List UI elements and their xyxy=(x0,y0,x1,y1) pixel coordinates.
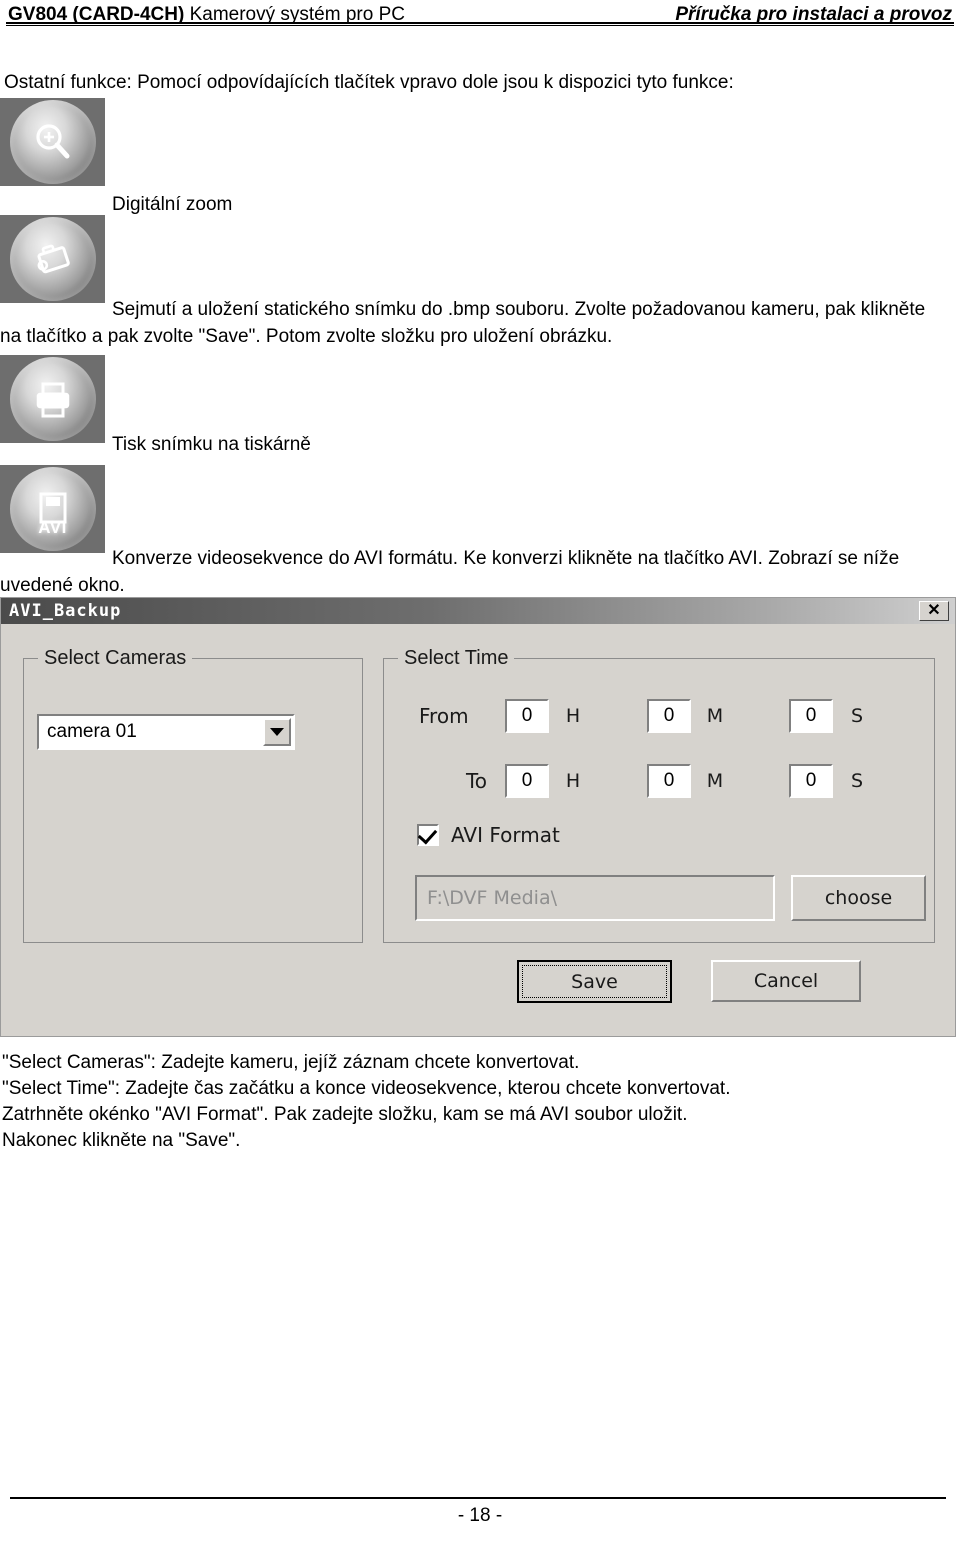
print-caption: Tisk snímku na tiskárně xyxy=(112,434,311,455)
note-line: "Select Time": Zadejte čas začátku a kon… xyxy=(2,1078,731,1099)
document-page: GV804 (CARD-4CH) Kamerový systém pro PC … xyxy=(0,0,960,1555)
to-minute-unit: M xyxy=(706,770,724,792)
output-path-value: F:\DVF Media\ xyxy=(427,887,557,909)
check-icon xyxy=(417,824,438,845)
to-hour-input[interactable]: 0 xyxy=(505,764,549,798)
avi-paragraph: Konverze videosekvence do AVI formátu. K… xyxy=(0,548,900,596)
time-to-row: To 0 H 0 M 0 S xyxy=(419,761,881,801)
output-path-input[interactable]: F:\DVF Media\ xyxy=(415,875,775,921)
camera-icon xyxy=(29,237,77,281)
cancel-button[interactable]: Cancel xyxy=(711,960,861,1002)
avi-icon-text: AVI xyxy=(38,517,67,537)
chevron-down-icon[interactable] xyxy=(263,718,291,746)
camera-select-value: camera 01 xyxy=(47,721,137,742)
to-label: To xyxy=(465,769,487,793)
avi-format-checkbox[interactable] xyxy=(417,824,439,846)
to-hour-unit: H xyxy=(565,770,581,792)
page-number: - 18 - xyxy=(457,1505,503,1526)
from-label: From xyxy=(419,704,469,728)
snapshot-paragraph: Sejmutí a uložení statického snímku do .… xyxy=(0,299,926,347)
note-line: Nakonec klikněte na "Save". xyxy=(2,1130,241,1151)
to-minute-input[interactable]: 0 xyxy=(647,764,691,798)
save-button[interactable]: Save xyxy=(517,960,672,1003)
close-icon[interactable]: ✕ xyxy=(919,601,949,621)
from-minute-input[interactable]: 0 xyxy=(647,699,691,733)
digital-zoom-icon xyxy=(0,98,105,186)
intro-paragraph: Ostatní funkce: Pomocí odpovídajících tl… xyxy=(4,72,734,93)
choose-button[interactable]: choose xyxy=(791,875,926,921)
from-second-unit: S xyxy=(850,705,864,727)
select-time-legend: Select Time xyxy=(398,647,515,669)
dialog-title: AVI_Backup xyxy=(9,601,122,621)
footer-divider xyxy=(10,1497,946,1499)
note-line: "Select Cameras": Zadejte kameru, jejíž … xyxy=(2,1052,580,1073)
cancel-button-label: Cancel xyxy=(753,970,819,992)
magnifier-plus-icon xyxy=(31,120,75,164)
from-hour-unit: H xyxy=(565,705,581,727)
select-cameras-group: Select Cameras xyxy=(23,647,363,943)
dialog-notes: "Select Cameras": Zadejte kameru, jejíž … xyxy=(2,1050,952,1154)
digital-zoom-caption: Digitální zoom xyxy=(112,194,233,215)
avi-convert-icon: AVI xyxy=(0,465,105,553)
from-hour-input[interactable]: 0 xyxy=(505,699,549,733)
from-second-input[interactable]: 0 xyxy=(789,699,833,733)
dialog-titlebar[interactable]: AVI_Backup ✕ xyxy=(1,598,955,624)
printer-icon xyxy=(30,377,76,421)
avi-backup-dialog: AVI_Backup ✕ Select Cameras camera 01 Se… xyxy=(0,597,956,1037)
avi-format-checkbox-row[interactable]: AVI Format xyxy=(417,823,560,847)
to-second-input[interactable]: 0 xyxy=(789,764,833,798)
header-divider xyxy=(6,22,954,26)
save-button-label: Save xyxy=(571,970,618,993)
note-line: Zatrhněte okénko "AVI Format". Pak zadej… xyxy=(2,1104,688,1125)
print-icon xyxy=(0,355,105,443)
select-cameras-legend: Select Cameras xyxy=(38,647,193,669)
avi-format-label: AVI Format xyxy=(451,823,560,847)
camera-select-dropdown[interactable]: camera 01 xyxy=(37,714,295,750)
to-second-unit: S xyxy=(850,770,864,792)
snapshot-icon xyxy=(0,215,105,303)
time-from-row: From 0 H 0 M 0 S xyxy=(419,696,881,736)
from-minute-unit: M xyxy=(706,705,724,727)
